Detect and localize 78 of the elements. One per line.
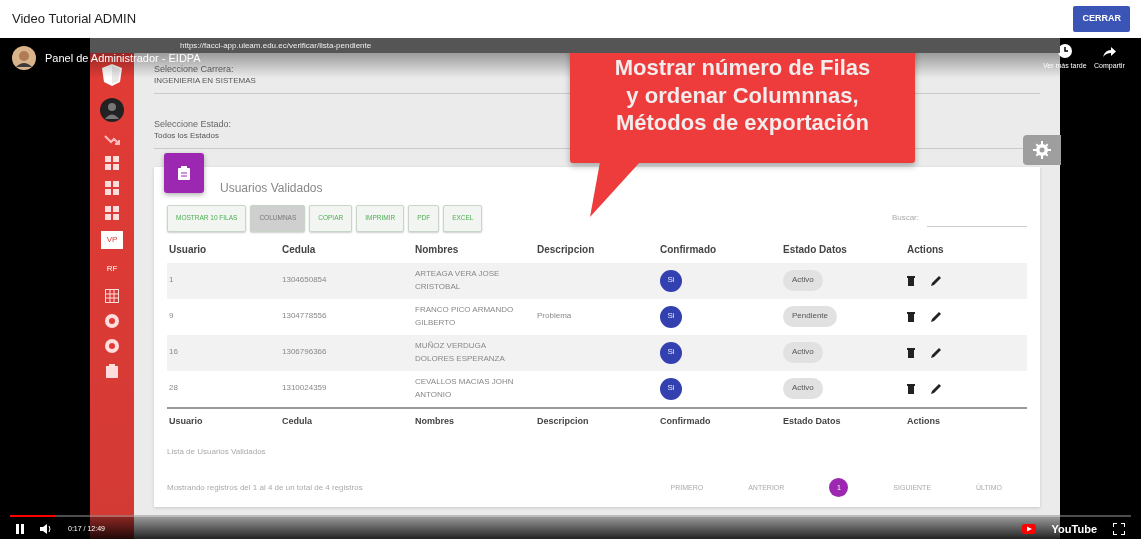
- trash-icon[interactable]: [907, 311, 915, 323]
- pencil-icon[interactable]: [931, 275, 941, 286]
- table-icon: [105, 289, 119, 303]
- card-title: Usuarios Validados: [220, 179, 323, 197]
- confirmed-badge: Si: [660, 305, 682, 328]
- confirmed-badge: Si: [660, 341, 682, 364]
- table-cell-text: MUÑOZ VERDUGA DOLORES ESPERANZA: [415, 340, 506, 365]
- column-header[interactable]: Confirmado: [658, 235, 781, 263]
- sidebar-item[interactable]: RF: [101, 260, 123, 278]
- dialog-title: Video Tutorial ADMIN: [12, 10, 137, 29]
- callout-text: Mostrar número de Filas: [613, 54, 872, 82]
- trash-icon[interactable]: [907, 275, 915, 287]
- column-header[interactable]: Cedula: [280, 235, 413, 263]
- select-value[interactable]: INGENIERIA EN SISTEMAS: [154, 74, 256, 87]
- column-header[interactable]: Actions: [905, 235, 995, 263]
- callout-text: y ordenar Columnnas,: [625, 81, 860, 109]
- confirmed-badge: Si: [660, 269, 682, 292]
- column-header[interactable]: Descripcion: [535, 235, 658, 263]
- grid-icon: [105, 156, 119, 170]
- settings-icon[interactable]: [1033, 141, 1051, 159]
- search-label: Buscar:: [891, 212, 919, 225]
- table-row[interactable]: 16 1306796366 MUÑOZ VERDUGA DOLORES ESPERANZA Si Activo: [167, 334, 1027, 371]
- table-cell-text: CEVALLOS MACIAS JOHN ANTONIO: [415, 376, 515, 401]
- grid-icon: [105, 181, 119, 195]
- trash-icon[interactable]: [907, 347, 915, 359]
- column-footer: Estado Datos: [781, 406, 905, 435]
- column-header[interactable]: Nombres: [413, 235, 535, 263]
- pause-icon[interactable]: [16, 524, 24, 534]
- table-cell-text: 1310024359: [281, 382, 328, 395]
- table-cell-text: ARTEAGA VERA JOSE CRISTOBAL: [415, 268, 501, 293]
- table-info: Mostrando registros del 1 al 4 de un total de 4 registros: [167, 481, 364, 494]
- clipboard-icon: [106, 364, 118, 378]
- status-badge: Activo: [783, 378, 823, 400]
- play-logo-icon[interactable]: [1021, 524, 1036, 534]
- status-badge: Activo: [783, 270, 823, 292]
- field-label: Seleccione Estado:: [154, 119, 232, 130]
- column-footer: Cedula: [280, 406, 413, 435]
- pencil-icon[interactable]: [931, 311, 941, 322]
- table-caption: Lista de Usuarios Validados: [167, 446, 267, 459]
- sidebar-item[interactable]: VP: [101, 231, 123, 249]
- status-badge: Activo: [783, 342, 823, 364]
- column-footer: Descripcion: [535, 406, 658, 435]
- shield-icon: [101, 63, 123, 87]
- avatar-icon: [100, 98, 124, 122]
- field-label: Seleccione Carrera:: [154, 65, 234, 75]
- status-badge: Pendiente: [783, 306, 838, 328]
- grid-icon: [105, 206, 119, 220]
- column-header[interactable]: Estado Datos: [781, 235, 905, 263]
- column-footer: Usuario: [167, 406, 280, 435]
- column-footer: Actions: [905, 406, 995, 435]
- avatar-icon[interactable]: [12, 46, 36, 70]
- confirmed-badge: Si: [660, 377, 682, 400]
- pencil-icon[interactable]: [931, 347, 941, 358]
- fullscreen-icon[interactable]: [1113, 523, 1125, 535]
- table-cell-text: 1304778556: [281, 310, 328, 323]
- brand-name[interactable]: YouTube: [1051, 520, 1097, 538]
- table-cell-text: Problema: [537, 310, 572, 323]
- url-text: https://facci-app.uleam.edu.ec/verificar/lista-pendiente: [180, 41, 372, 50]
- trash-icon[interactable]: [907, 383, 915, 395]
- table-cell-text: 28: [168, 382, 179, 395]
- table-cell-text: 1: [168, 274, 175, 287]
- table-cell-text: 16: [168, 346, 179, 359]
- table-cell-text: 9: [168, 310, 175, 323]
- pencil-icon[interactable]: [931, 383, 941, 394]
- select-value[interactable]: Todos los Estados: [154, 129, 219, 142]
- table-cell-text: FRANCO PICO ARMANDO GILBERTO: [415, 304, 515, 329]
- column-footer: Nombres: [413, 406, 535, 435]
- table-cell-text: 1306796366: [281, 346, 328, 359]
- volume-icon[interactable]: [40, 524, 52, 534]
- column-footer: Confirmado: [658, 406, 781, 435]
- share-icon: [1102, 44, 1117, 58]
- close-button[interactable]: CERRAR: [1073, 6, 1130, 32]
- table-row[interactable]: 1 1304650854 ARTEAGA VERA JOSE CRISTOBAL Si Activo: [167, 262, 1027, 299]
- clock-icon: [1057, 44, 1072, 58]
- arrow-icon: [104, 133, 120, 145]
- callout-text: Métodos de exportación: [614, 109, 870, 137]
- table-cell-text: 1304650854: [281, 274, 328, 287]
- column-header[interactable]: Usuario: [167, 235, 280, 263]
